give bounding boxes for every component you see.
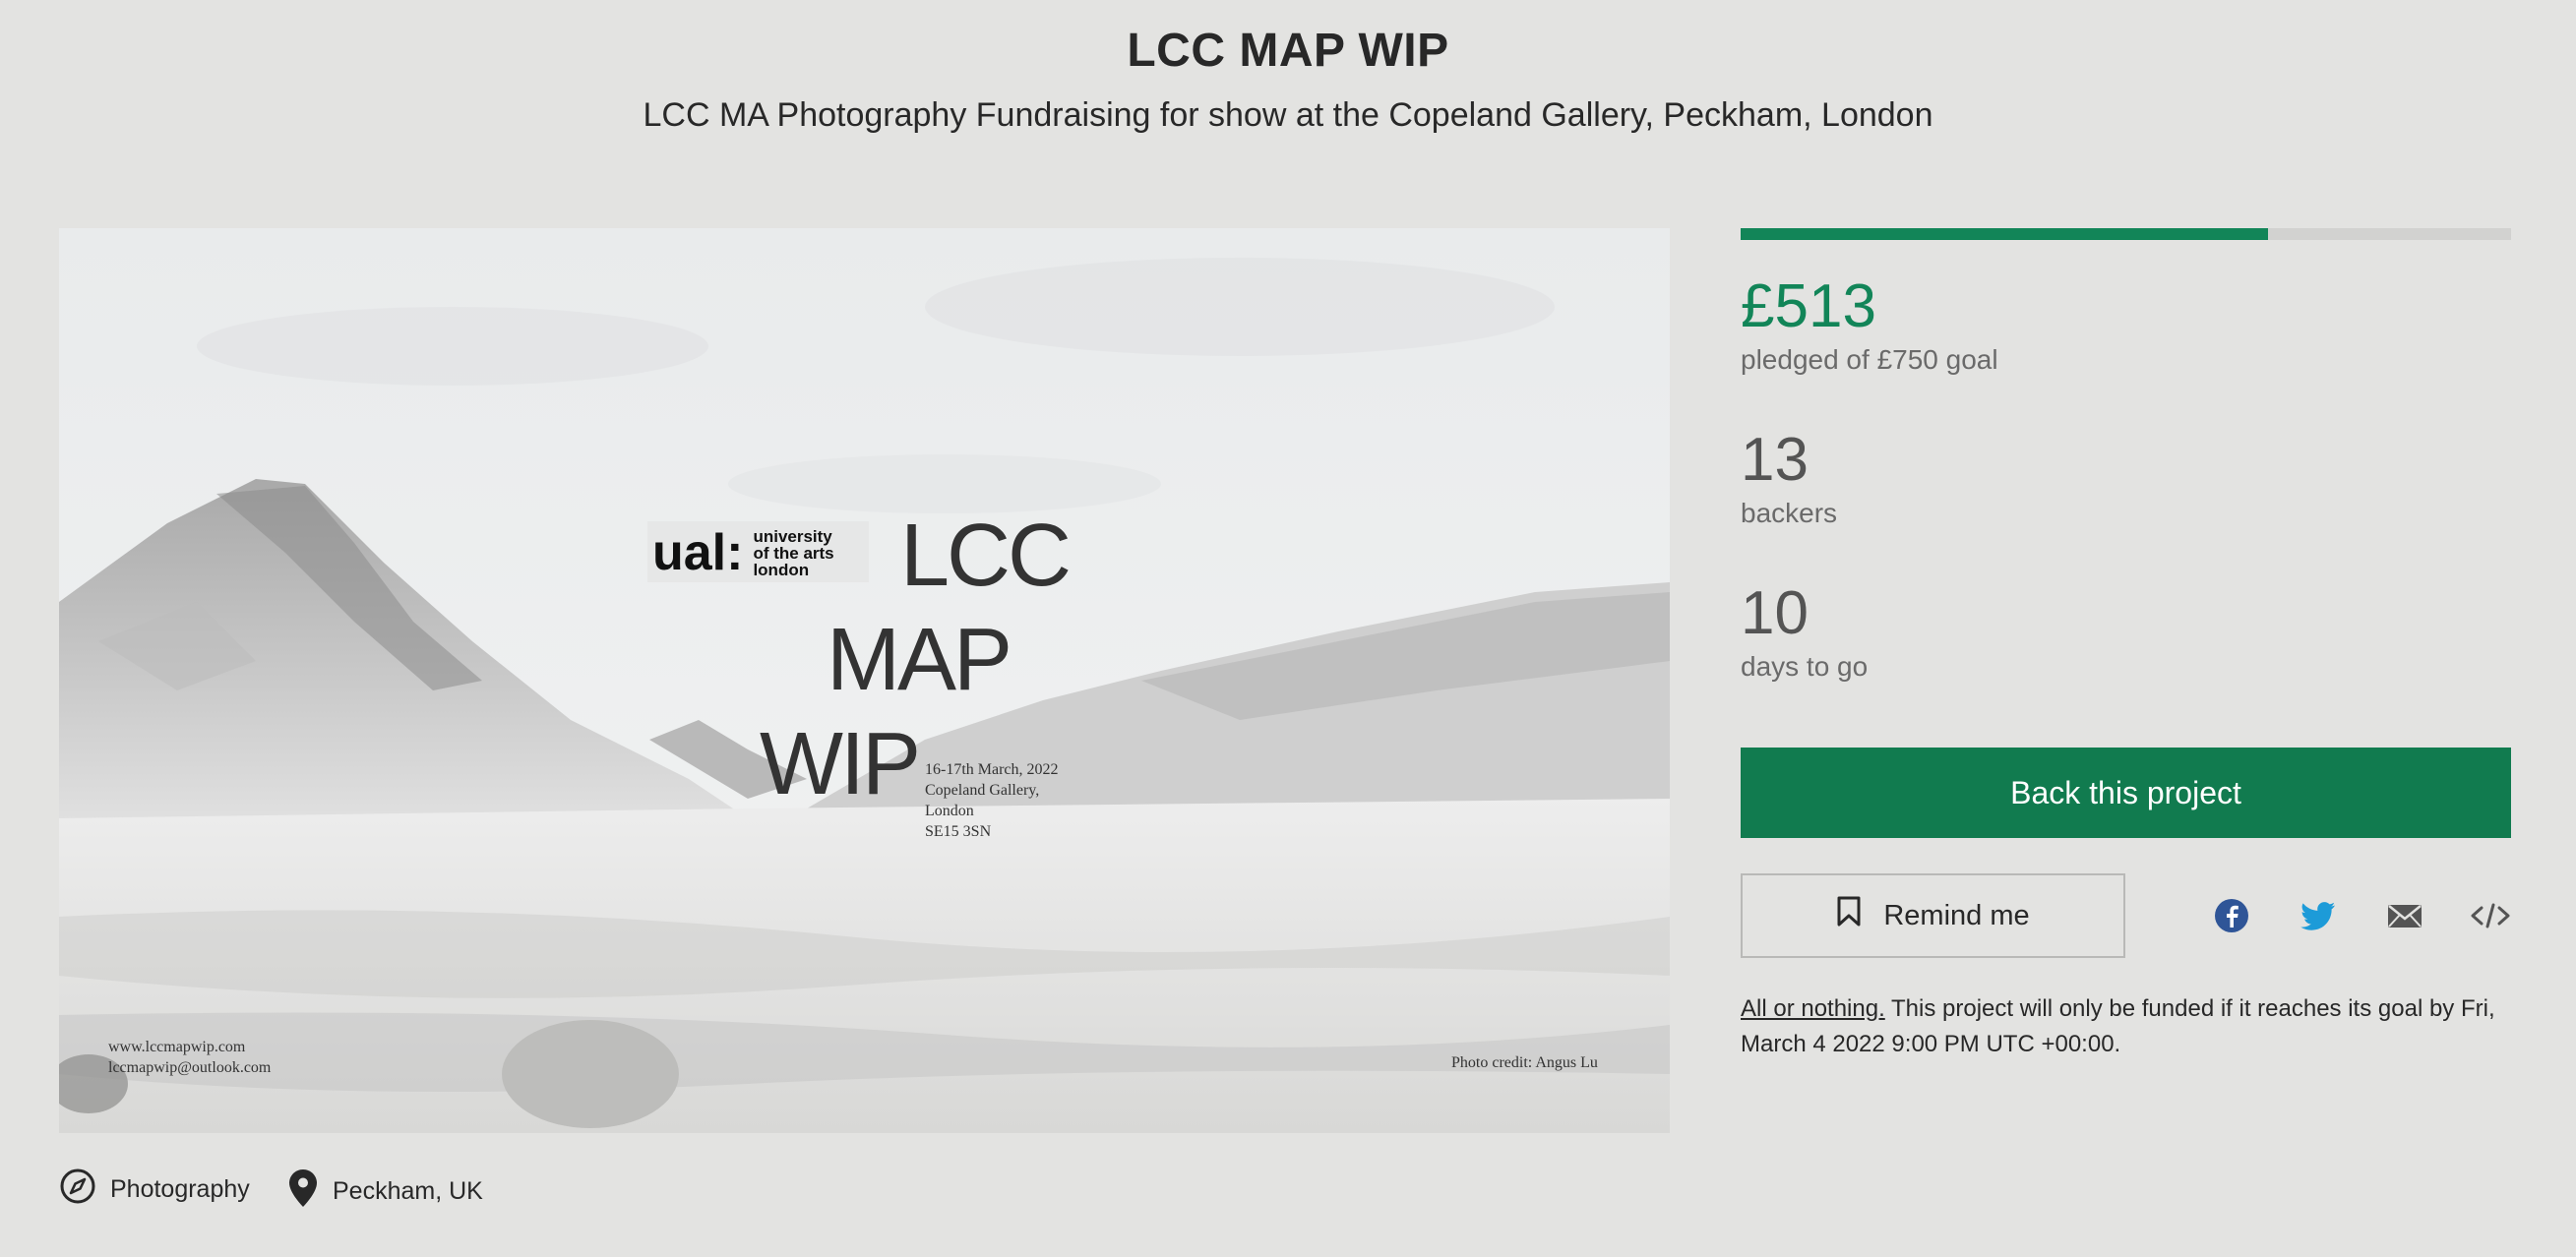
event-venue: Copeland Gallery, bbox=[925, 782, 1040, 799]
hero-website: www.lccmapwip.com bbox=[108, 1039, 246, 1055]
category-label: Photography bbox=[110, 1175, 250, 1203]
all-or-nothing-link[interactable]: All or nothing. bbox=[1741, 995, 1885, 1022]
location-link[interactable]: Peckham, UK bbox=[287, 1167, 483, 1216]
hero-event-details: 16-17th March, 2022 Copeland Gallery, Lo… bbox=[925, 759, 1059, 842]
twitter-icon[interactable] bbox=[2299, 896, 2338, 935]
event-date: 16-17th March, 2022 bbox=[925, 761, 1059, 778]
embed-icon[interactable] bbox=[2470, 896, 2510, 935]
facebook-icon[interactable] bbox=[2212, 896, 2251, 935]
email-icon[interactable] bbox=[2385, 896, 2424, 935]
ual-logo-line1: university bbox=[753, 526, 832, 546]
event-postcode: SE15 3SN bbox=[925, 823, 992, 840]
funding-progress-bar bbox=[1741, 228, 2511, 240]
project-subtitle: LCC MA Photography Fundraising for show … bbox=[643, 96, 1933, 134]
project-hero-image[interactable]: ual: university of the arts london LCC M… bbox=[59, 228, 1670, 1133]
hero-word-wip: WIP bbox=[760, 715, 921, 813]
event-city: London bbox=[925, 803, 974, 819]
location-label: Peckham, UK bbox=[333, 1177, 483, 1205]
days-to-go-label: days to go bbox=[1741, 651, 1869, 682]
days-to-go-count: 10 bbox=[1741, 579, 1809, 647]
remind-me-button[interactable]: Remind me bbox=[1741, 873, 2125, 958]
remind-me-label: Remind me bbox=[1883, 899, 2030, 931]
project-title: LCC MAP WIP bbox=[1127, 25, 1449, 77]
ual-logo-line2: of the arts bbox=[753, 543, 834, 563]
hero-contact: www.lccmapwip.com lccmapwip@outlook.com bbox=[108, 1037, 271, 1078]
ual-logo-line3: london bbox=[753, 560, 810, 579]
back-this-project-button[interactable]: Back this project bbox=[1741, 748, 2511, 838]
ual-logo-mark: ual: bbox=[652, 524, 744, 581]
photo-credit: Photo credit: Angus Lu bbox=[1451, 1054, 1598, 1071]
compass-icon bbox=[59, 1167, 96, 1212]
pledged-goal-label: pledged of £750 goal bbox=[1741, 344, 1998, 375]
pledged-amount: £513 bbox=[1741, 272, 1876, 340]
hero-email: lccmapwip@outlook.com bbox=[108, 1059, 272, 1076]
hero-word-map: MAP bbox=[827, 611, 1012, 709]
backers-label: backers bbox=[1741, 498, 1838, 528]
bookmark-icon bbox=[1836, 896, 1862, 935]
all-or-nothing-note: All or nothing. This project will only b… bbox=[1741, 991, 2518, 1062]
category-link[interactable]: Photography bbox=[59, 1167, 250, 1212]
ual-logo: ual: university of the arts london bbox=[652, 523, 834, 582]
backers-count: 13 bbox=[1741, 426, 1809, 494]
hero-word-lcc: LCC bbox=[900, 507, 1072, 605]
funding-progress-fill bbox=[1741, 228, 2268, 240]
map-pin-icon bbox=[287, 1167, 319, 1216]
